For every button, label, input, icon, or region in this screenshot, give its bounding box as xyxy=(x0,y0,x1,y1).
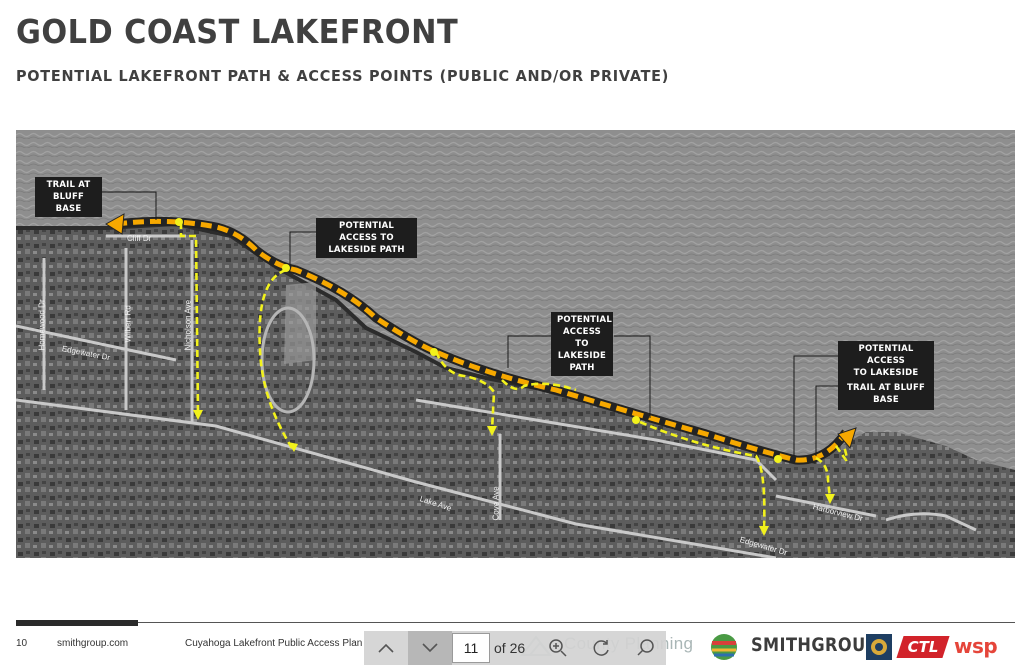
previous-page-button[interactable] xyxy=(364,631,408,665)
ctl-logo-text: CTL xyxy=(907,638,939,656)
chevron-down-icon xyxy=(422,643,438,653)
search-icon xyxy=(637,639,654,656)
search-button[interactable] xyxy=(624,631,668,665)
page-subtitle: POTENTIAL LAKEFRONT PATH & ACCESS POINTS… xyxy=(16,67,670,85)
callout-text: LAKESIDE PATH xyxy=(328,245,405,255)
street-label: Homewood Dr xyxy=(37,299,47,351)
callout-text: BLUFF BASE xyxy=(52,192,85,214)
total-pages-label: of 26 xyxy=(494,640,526,656)
page-number: 10 xyxy=(16,638,28,649)
callout-trail-bluff-right: TRAIL AT BLUFF BASE xyxy=(838,378,934,410)
footer-divider xyxy=(16,622,1015,623)
document-title: Cuyahoga Lakefront Public Access Plan xyxy=(185,638,363,649)
callout-text: ACCESS TO xyxy=(563,327,601,349)
chevron-up-icon xyxy=(378,643,394,653)
zoom-in-icon xyxy=(549,639,567,657)
rotate-icon xyxy=(593,640,609,656)
page-title: GOLD COAST LAKEFRONT xyxy=(16,12,459,51)
callout-text: TRAIL AT xyxy=(46,180,91,190)
website-link[interactable]: smithgroup.com xyxy=(57,638,128,649)
street-label: Wilbert Rd xyxy=(123,305,133,343)
globe-logo-icon xyxy=(711,634,737,660)
callout-text: POTENTIAL xyxy=(557,315,612,325)
wsp-logo: wsp xyxy=(954,634,998,658)
street-label: Nicholson Ave xyxy=(183,299,193,351)
ctl-logo: CTL xyxy=(896,636,950,658)
callout-text: POTENTIAL ACCESS xyxy=(858,344,914,366)
street-label: Cliff Dr xyxy=(127,234,152,243)
callout-text: LAKESIDE xyxy=(557,351,607,361)
callout-access-1: POTENTIAL ACCESS TO LAKESIDE PATH xyxy=(316,218,417,258)
callout-text: POTENTIAL ACCESS TO xyxy=(339,221,394,243)
callout-trail-bluff-left: TRAIL AT BLUFF BASE xyxy=(35,177,102,217)
callout-text: PATH xyxy=(569,363,595,373)
rotate-button[interactable] xyxy=(580,631,624,665)
page-number-input[interactable]: 11 xyxy=(452,633,490,663)
smithgroup-logo: SMITHGROUP xyxy=(751,634,878,656)
zoom-in-button[interactable] xyxy=(536,631,580,665)
callout-text: TRAIL AT BLUFF BASE xyxy=(846,383,926,405)
street-label: Cove Ave xyxy=(491,486,501,521)
next-page-button[interactable] xyxy=(408,631,452,665)
building-campus xyxy=(284,282,316,364)
seal-logo-icon xyxy=(866,634,892,660)
callout-access-2: POTENTIAL ACCESS TO LAKESIDE PATH xyxy=(551,312,613,376)
aerial-map: TRAIL AT BLUFF BASE POTENTIAL ACCESS TO … xyxy=(16,130,1015,558)
pdf-viewer-toolbar: 11 of 26 xyxy=(364,631,666,665)
footer-accent-bar xyxy=(16,620,138,626)
